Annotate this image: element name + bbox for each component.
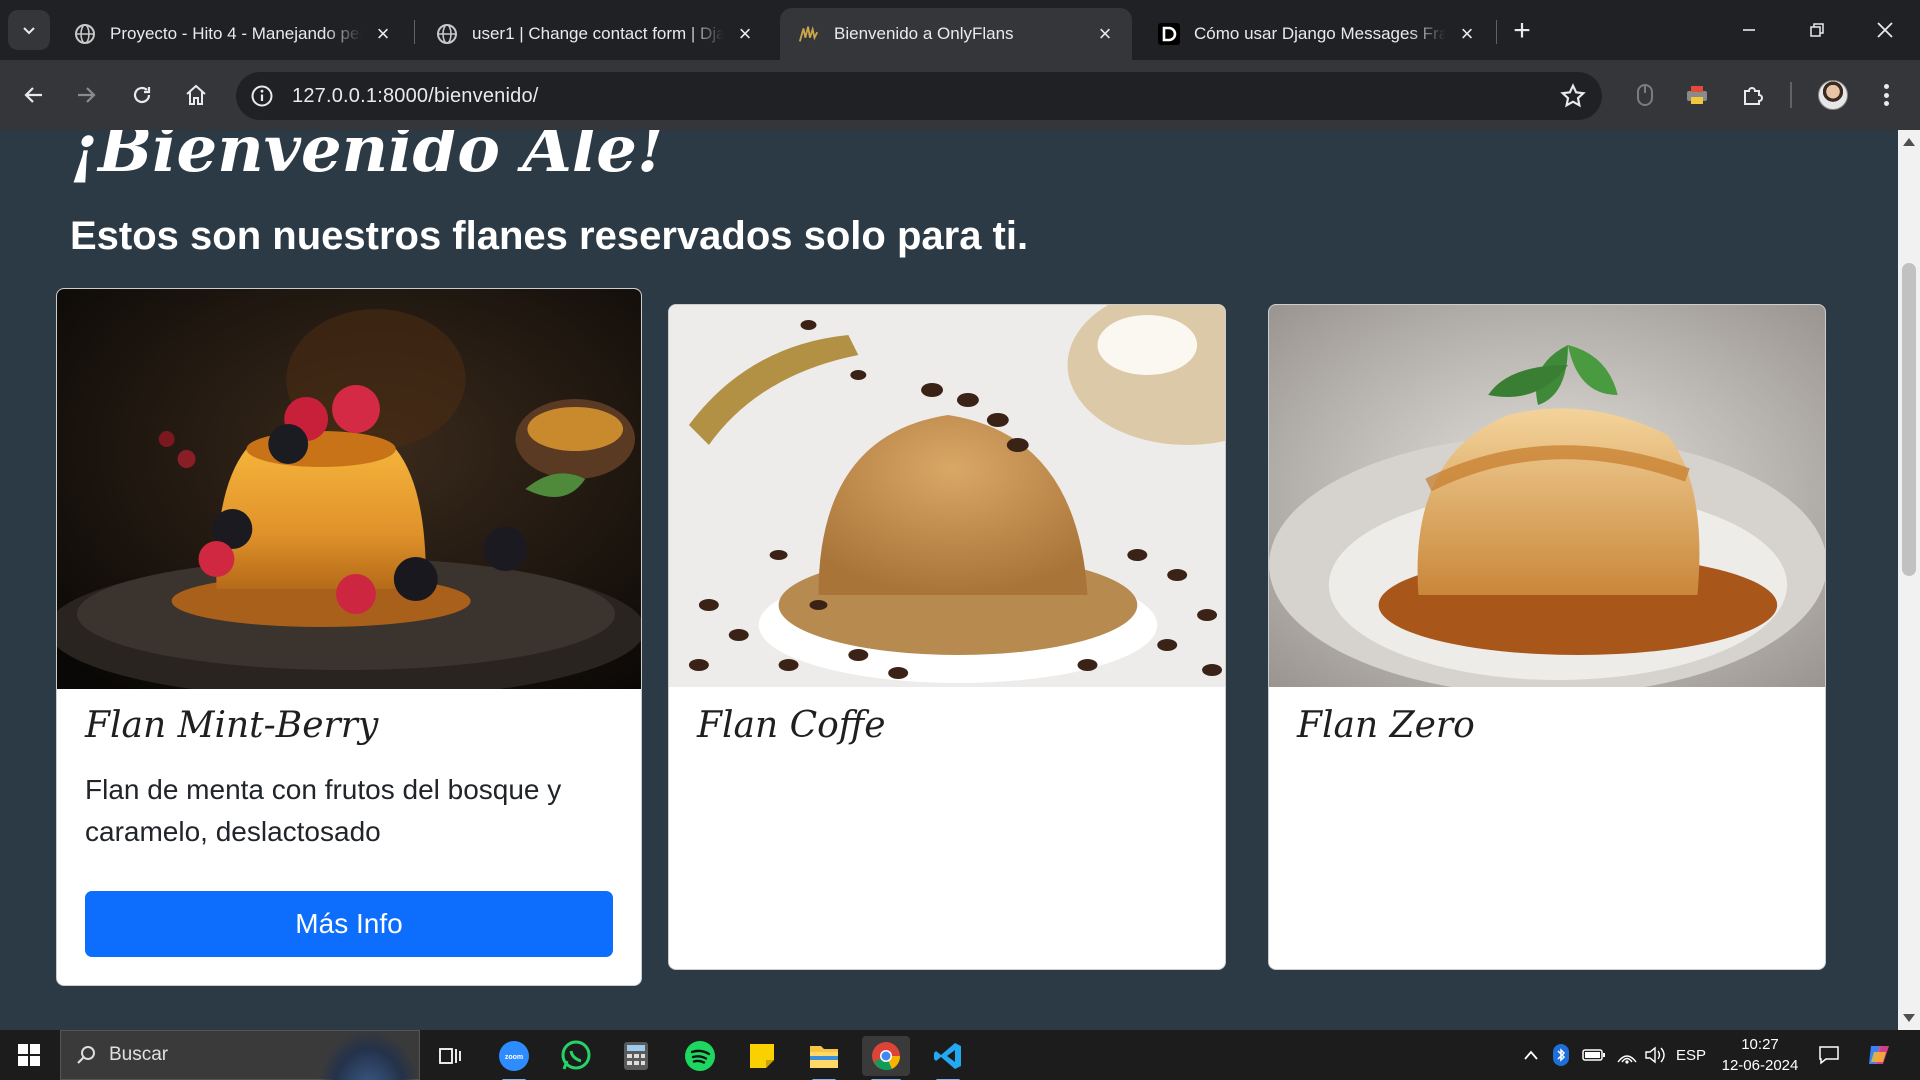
extension-printer-icon[interactable] [1682, 80, 1712, 110]
close-tab-icon[interactable]: × [1456, 21, 1478, 46]
bluetooth-icon[interactable] [1550, 1042, 1572, 1068]
minimize-icon [1743, 29, 1755, 31]
battery-icon[interactable] [1580, 1042, 1608, 1068]
site-info-icon[interactable] [250, 84, 274, 108]
restore-icon [1810, 23, 1824, 37]
tab-django-messages[interactable]: Cómo usar Django Messages Framework × [1140, 8, 1494, 60]
sticky-notes-app-icon[interactable] [738, 1036, 786, 1076]
flan-coffe-image [669, 305, 1225, 687]
wifi-icon[interactable] [1614, 1042, 1640, 1068]
tab-onlyflans[interactable]: Bienvenido a OnlyFlans × [780, 8, 1132, 60]
card-description: Flan de menta con frutos del bosque y ca… [85, 774, 562, 847]
forward-button[interactable] [66, 75, 106, 115]
calculator-app-icon[interactable] [612, 1036, 660, 1076]
welcome-heading: ¡Bienvenido Ale! [70, 130, 665, 187]
language-indicator[interactable]: ESP [1674, 1042, 1708, 1068]
tray-overflow-icon[interactable] [1520, 1042, 1542, 1068]
tab-strip: Proyecto - Hito 4 - Manejando permisos ×… [0, 0, 1920, 60]
more-info-button[interactable]: Más Info [85, 891, 613, 957]
chrome-app-icon[interactable] [862, 1036, 910, 1080]
new-tab-button[interactable]: + [1506, 16, 1538, 48]
dev-logo-icon [1158, 23, 1180, 45]
tab-proyecto[interactable]: Proyecto - Hito 4 - Manejando permisos × [56, 8, 410, 60]
windows-start-button[interactable] [18, 1044, 40, 1066]
notifications-icon[interactable] [1816, 1042, 1842, 1068]
home-icon [186, 84, 206, 105]
globe-icon [74, 23, 96, 45]
scroll-down-icon[interactable] [1903, 1014, 1915, 1022]
reload-button[interactable] [122, 75, 162, 115]
flan-zero-image [1269, 305, 1825, 687]
page-scrollbar[interactable] [1898, 130, 1920, 1030]
page-viewport: ¡Bienvenido Ale! Estos son nuestros flan… [0, 130, 1898, 1030]
tab-title: Proyecto - Hito 4 - Manejando permisos [110, 24, 362, 43]
vscode-app-icon[interactable] [924, 1036, 972, 1080]
address-bar[interactable]: 127.0.0.1:8000/bienvenido/ [236, 72, 1602, 120]
close-icon [1877, 22, 1893, 38]
file-explorer-app-icon[interactable] [800, 1036, 848, 1080]
profile-avatar[interactable] [1818, 80, 1848, 110]
taskbar-search[interactable]: Buscar [60, 1030, 420, 1080]
tab-user1-admin[interactable]: user1 | Change contact form | Django sit… [418, 8, 772, 60]
arrow-right-icon [78, 87, 96, 103]
reload-icon [133, 86, 151, 104]
tab-divider [414, 20, 415, 44]
globe-icon [436, 23, 458, 45]
extensions-puzzle-icon[interactable] [1738, 80, 1768, 110]
chevron-down-icon [23, 27, 35, 35]
home-button[interactable] [176, 75, 216, 115]
url-text[interactable]: 127.0.0.1:8000/bienvenido/ [292, 85, 539, 108]
flan-mint-berry-image [57, 289, 641, 689]
volume-icon[interactable] [1642, 1042, 1668, 1068]
restore-button[interactable] [1784, 0, 1850, 60]
close-tab-icon[interactable]: × [734, 21, 756, 46]
search-highlight-image [319, 1031, 419, 1080]
card-title: Flan Zero [1297, 705, 1475, 746]
whatsapp-app-icon[interactable] [552, 1036, 600, 1076]
flan-card-zero[interactable]: Flan Zero [1268, 304, 1826, 970]
zoom-app-icon[interactable]: zoom [490, 1036, 538, 1080]
tab-title: Cómo usar Django Messages Framework [1194, 24, 1446, 43]
tab-title: Bienvenido a OnlyFlans [834, 24, 1014, 43]
task-view-icon[interactable] [426, 1036, 474, 1076]
system-clock[interactable]: 10:27 12-06-2024 [1716, 1034, 1804, 1076]
minimize-button[interactable] [1716, 0, 1782, 60]
spotify-app-icon[interactable] [676, 1036, 724, 1076]
svg-text:zoom: zoom [505, 1054, 523, 1061]
close-window-button[interactable] [1852, 0, 1918, 60]
scrollbar-thumb[interactable] [1902, 263, 1916, 576]
browser-menu-button[interactable] [1876, 80, 1896, 110]
scroll-up-icon[interactable] [1903, 138, 1915, 146]
arrow-left-icon [24, 87, 42, 103]
clock-time: 10:27 [1741, 1036, 1779, 1053]
bookmark-star-icon[interactable] [1560, 83, 1586, 109]
copilot-icon[interactable] [1864, 1042, 1894, 1068]
close-tab-icon[interactable]: × [1094, 21, 1116, 46]
tab-title: user1 | Change contact form | Django sit… [472, 24, 724, 43]
card-title: Flan Coffe [697, 705, 886, 746]
page-subtitle: Estos son nuestros flanes reservados sol… [70, 214, 1029, 258]
extension-mouse-icon[interactable] [1630, 80, 1660, 110]
windows-taskbar: Buscar zoom ESP 10:27 12-06-2024 [0, 1030, 1920, 1080]
search-icon [77, 1046, 95, 1064]
card-title: Flan Mint-Berry [85, 705, 379, 746]
tab-divider [1496, 20, 1497, 44]
search-placeholder: Buscar [109, 1044, 169, 1065]
flan-card-coffe[interactable]: Flan Coffe [668, 304, 1226, 970]
toolbar-divider [1790, 82, 1792, 108]
back-button[interactable] [14, 75, 54, 115]
close-tab-icon[interactable]: × [372, 21, 394, 46]
onlyflans-logo-icon [798, 23, 820, 45]
tab-search-button[interactable] [8, 10, 50, 50]
flan-card-mint-berry[interactable]: Flan Mint-Berry Flan de menta con frutos… [56, 288, 642, 986]
browser-toolbar: 127.0.0.1:8000/bienvenido/ [0, 60, 1920, 130]
clock-date: 12-06-2024 [1721, 1057, 1799, 1074]
